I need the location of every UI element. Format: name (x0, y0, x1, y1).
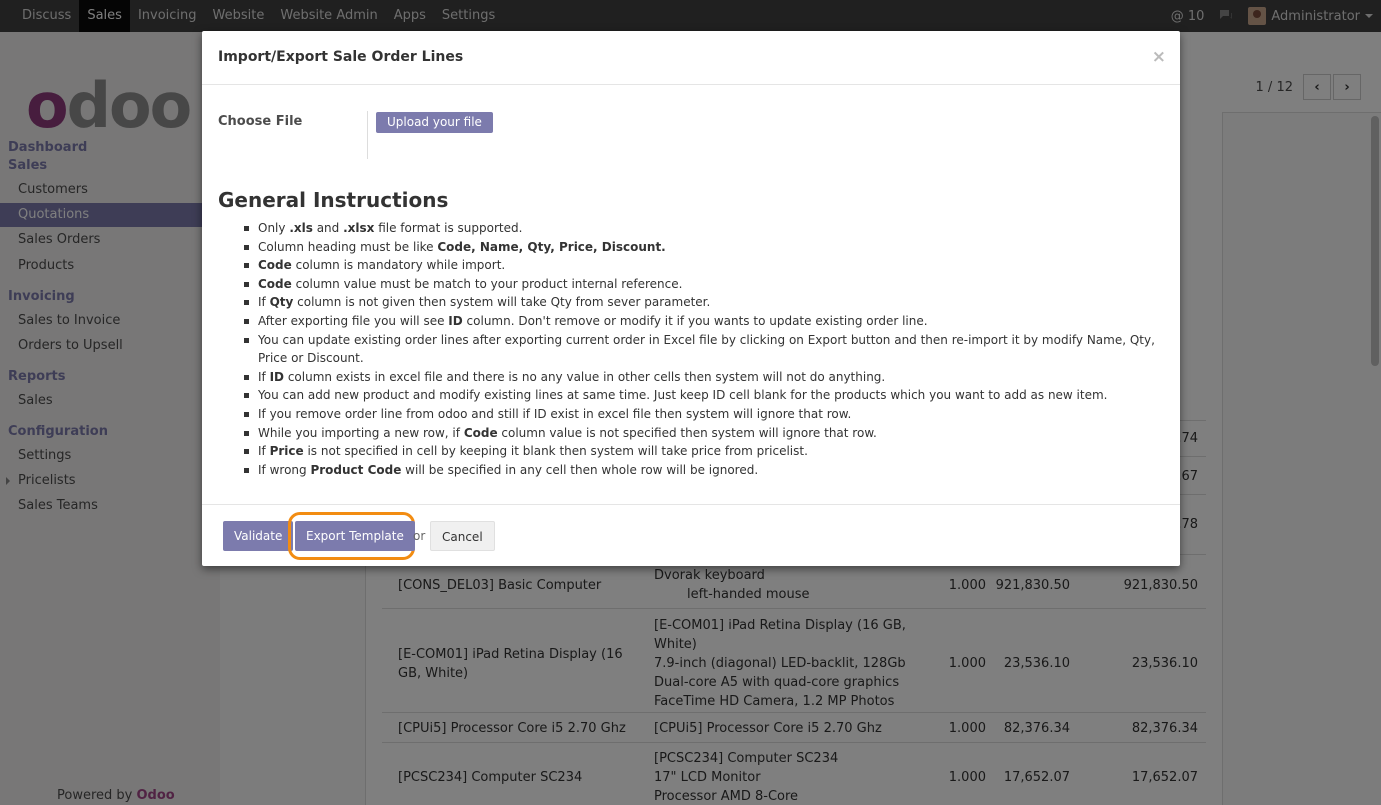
instruction-item: If Price is not specified in cell by kee… (244, 442, 1164, 461)
dialog-footer: Validate Export Template or Cancel (202, 504, 1180, 566)
field-separator (367, 111, 368, 159)
close-icon[interactable]: × (1152, 47, 1166, 67)
instruction-item: If you remove order line from odoo and s… (244, 405, 1164, 424)
dialog-header: Import/Export Sale Order Lines × (202, 31, 1180, 85)
instructions-list: Only .xls and .xlsx file format is suppo… (244, 219, 1164, 479)
instruction-item: If ID column exists in excel file and th… (244, 368, 1164, 387)
instructions-title: General Instructions (218, 188, 449, 212)
upload-file-button[interactable]: Upload your file (376, 112, 493, 133)
instruction-item: If wrong Product Code will be specified … (244, 461, 1164, 480)
choose-file-label: Choose File (218, 114, 303, 129)
instruction-item: You can add new product and modify exist… (244, 386, 1164, 405)
instruction-item: After exporting file you will see ID col… (244, 312, 1164, 331)
or-text: or (413, 529, 426, 543)
instruction-item: Column heading must be like Code, Name, … (244, 238, 1164, 257)
validate-button[interactable]: Validate (223, 521, 294, 551)
instruction-item: Only .xls and .xlsx file format is suppo… (244, 219, 1164, 238)
dialog-title: Import/Export Sale Order Lines (218, 49, 464, 65)
export-template-button[interactable]: Export Template (295, 521, 415, 551)
instruction-item: Code column value must be match to your … (244, 275, 1164, 294)
import-export-dialog: Import/Export Sale Order Lines × Choose … (202, 31, 1180, 566)
instruction-item: If Qty column is not given then system w… (244, 293, 1164, 312)
instruction-item: While you importing a new row, if Code c… (244, 424, 1164, 443)
cancel-button[interactable]: Cancel (430, 521, 495, 551)
instruction-item: You can update existing order lines afte… (244, 331, 1164, 368)
instruction-item: Code column is mandatory while import. (244, 256, 1164, 275)
